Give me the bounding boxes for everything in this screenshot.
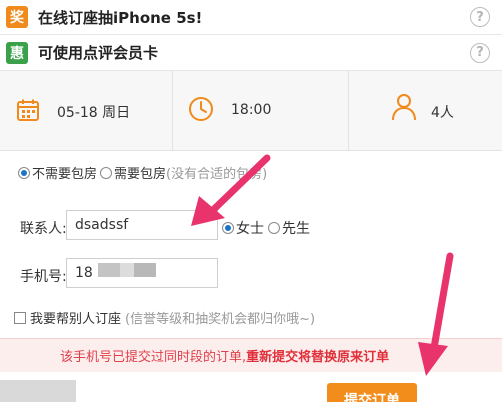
help-icon[interactable]: ? xyxy=(470,42,490,63)
warning-text: 该手机号已提交过同时段的订单, xyxy=(60,350,247,365)
book-for-others: 我要帮别人订座 (信誉等级和抽奖机会都归你哦~) xyxy=(14,308,315,327)
clock-icon xyxy=(189,97,213,121)
promo-row-member-card: 惠 可使用点评会员卡 ? xyxy=(0,35,502,71)
time-value: 18:00 xyxy=(231,102,272,118)
blurred-area xyxy=(0,380,76,402)
person-icon xyxy=(392,94,416,121)
time-selector[interactable]: 18:00 xyxy=(172,71,348,151)
promo-row-lottery: 奖 在线订座抽iPhone 5s! ? xyxy=(0,0,502,35)
contact-label: 联系人: xyxy=(20,221,67,237)
phone-redaction xyxy=(98,263,120,277)
people-selector[interactable]: 4人 xyxy=(348,71,502,151)
people-value: 4人 xyxy=(431,105,454,121)
male-label: 先生 xyxy=(282,221,310,237)
phone-value-prefix: 18 xyxy=(75,265,93,281)
annotation-arrow-icon xyxy=(418,252,454,376)
warning-bold-text: 重新提交将替换原来订单 xyxy=(246,350,390,365)
prize-badge-icon: 奖 xyxy=(6,6,28,28)
no-room-label: 不需要包房 xyxy=(32,167,98,182)
date-value: 05-18 周日 xyxy=(57,105,131,121)
date-selector[interactable]: 05-18 周日 xyxy=(0,71,172,151)
promo-text-lottery: 在线订座抽iPhone 5s! xyxy=(38,8,203,27)
phone-redaction xyxy=(120,263,134,277)
book-for-others-checkbox[interactable] xyxy=(14,311,26,324)
book-for-others-hint: (信誉等级和抽奖机会都归你哦~) xyxy=(125,312,316,327)
radio-need-room[interactable] xyxy=(100,166,113,179)
calendar-icon xyxy=(17,99,39,121)
discount-badge-icon: 惠 xyxy=(6,41,28,64)
annotation-arrow-icon xyxy=(191,154,271,226)
help-icon[interactable]: ? xyxy=(470,7,490,27)
reservation-selector-bar: 05-18 周日 18:00 4人 xyxy=(0,71,502,151)
book-for-others-label: 我要帮别人订座 xyxy=(30,312,122,327)
radio-no-room[interactable] xyxy=(18,166,30,179)
submit-order-button[interactable]: 提交订单 xyxy=(327,383,417,402)
phone-redaction xyxy=(134,263,156,277)
promo-text-member-card: 可使用点评会员卡 xyxy=(38,44,159,62)
need-room-label: 需要包房 xyxy=(114,167,167,182)
phone-label: 手机号: xyxy=(20,269,67,285)
